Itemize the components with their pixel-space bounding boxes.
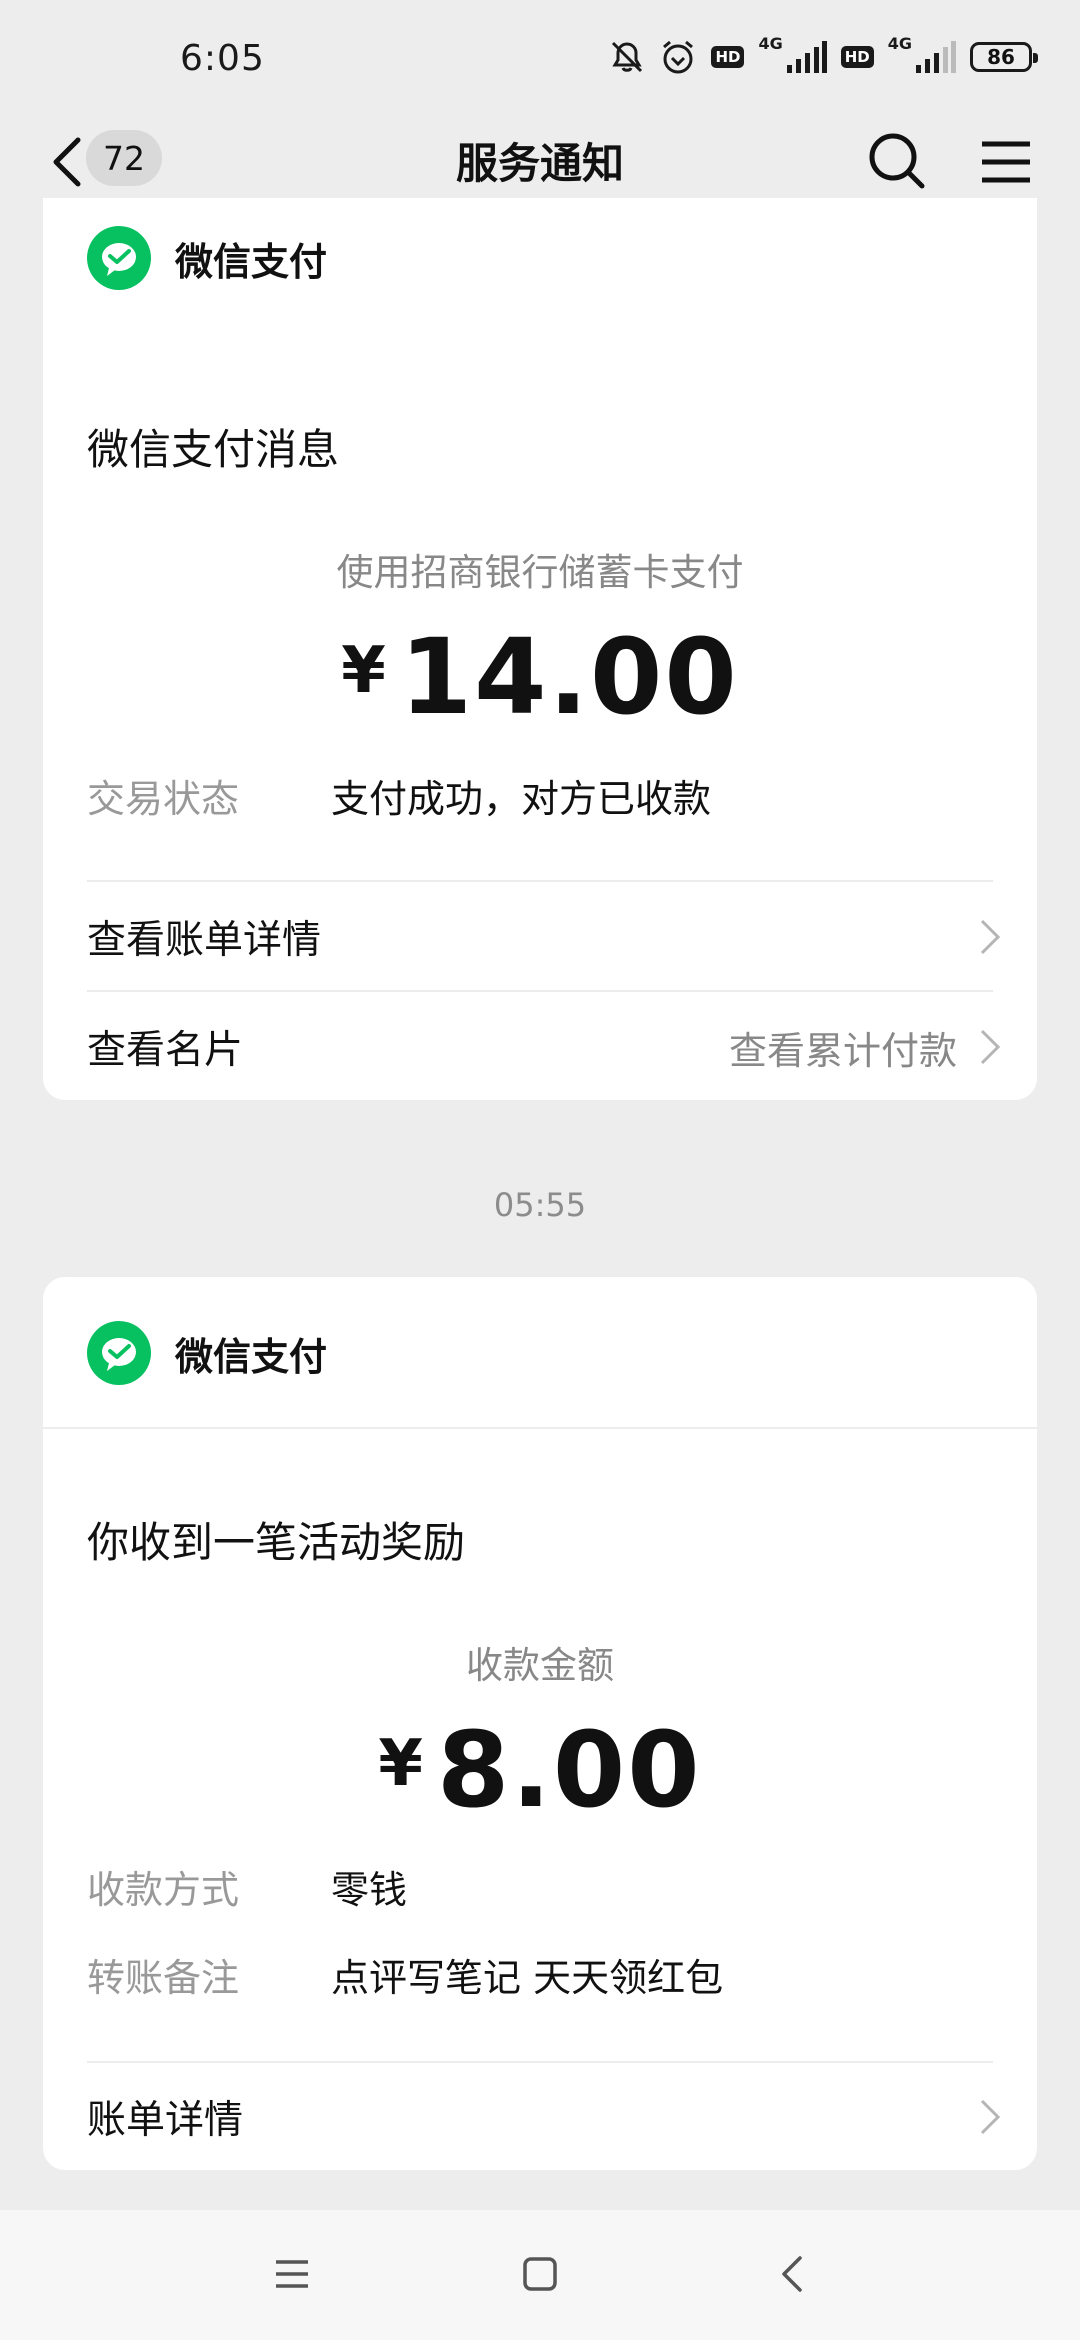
sender-name: 微信支付: [175, 239, 328, 284]
status-bar: 6:05 HD 4G HD 4G 86: [0, 0, 1080, 110]
status-label: 交易状态: [87, 777, 240, 821]
home-icon[interactable]: [520, 2254, 560, 2294]
method-value: 零钱: [331, 1868, 408, 1912]
view-bill-details-row[interactable]: 查看账单详情: [87, 883, 1001, 991]
network-type-2: 4G: [887, 33, 912, 53]
header-divider: [43, 1427, 1037, 1429]
sender-name: 微信支付: [175, 1334, 328, 1379]
status-row: 交易状态 支付成功，对方已收款: [87, 768, 711, 823]
message-title: 你收到一笔活动奖励: [87, 1518, 466, 1567]
bill-details-label: 账单详情: [87, 2098, 244, 2143]
battery-icon: 86: [970, 42, 1038, 72]
search-icon[interactable]: [866, 130, 928, 192]
wechat-pay-logo-icon: [87, 226, 151, 290]
message-timestamp: 05:55: [493, 1186, 587, 1224]
amount-label: 收款金额: [466, 1644, 614, 1687]
system-navigation-bar: [0, 2210, 1080, 2340]
divider: [87, 990, 993, 992]
bill-details-row[interactable]: 账单详情: [87, 2063, 1001, 2171]
network-type-1: 4G: [758, 33, 783, 53]
back-icon[interactable]: [772, 2254, 812, 2294]
payment-amount: ¥14.00: [43, 616, 1037, 738]
hd-badge-1: HD: [711, 46, 745, 68]
card-header: 微信支付: [87, 226, 327, 290]
view-card-label: 查看名片: [87, 1028, 244, 1073]
method-row: 收款方式 零钱: [87, 1859, 407, 1914]
chevron-right-icon: [980, 919, 1001, 955]
view-card-row[interactable]: 查看名片 查看累计付款: [87, 993, 1001, 1101]
view-cumulative-payment-link[interactable]: 查看累计付款: [729, 1020, 957, 1075]
more-menu-icon[interactable]: [978, 134, 1034, 190]
note-value: 点评写笔记 天天领红包: [331, 1956, 724, 2000]
view-bill-details-label: 查看账单详情: [87, 918, 322, 963]
recent-apps-icon[interactable]: [272, 2254, 312, 2294]
amount-value: 14.00: [399, 616, 739, 738]
currency-symbol: ¥: [378, 1727, 423, 1801]
note-row: 转账备注 点评写笔记 天天领红包: [87, 1947, 723, 2002]
signal-icon-2: [916, 41, 956, 73]
payment-message-card: 微信支付 微信支付消息 使用招商银行储蓄卡支付 ¥14.00 交易状态 支付成功…: [43, 198, 1037, 1100]
status-value: 支付成功，对方已收款: [331, 777, 712, 821]
reward-message-card: 微信支付 你收到一笔活动奖励 收款金额 ¥8.00 收款方式 零钱 转账备注 点…: [43, 1277, 1037, 2170]
note-label: 转账备注: [87, 1956, 240, 2000]
received-amount: ¥8.00: [43, 1709, 1037, 1831]
card-header: 微信支付: [87, 1321, 327, 1385]
amount-value: 8.00: [436, 1709, 702, 1831]
chevron-right-icon: [980, 1029, 1001, 1065]
mute-bell-icon: [609, 39, 645, 75]
chevron-right-icon: [980, 2099, 1001, 2135]
signal-icon-1: [786, 41, 827, 73]
method-label: 收款方式: [87, 1868, 240, 1912]
hd-badge-2: HD: [840, 46, 874, 68]
divider: [87, 880, 993, 882]
status-icons: HD 4G HD 4G 86: [609, 34, 1038, 76]
alarm-icon: [659, 38, 697, 76]
currency-symbol: ¥: [341, 634, 386, 708]
wechat-pay-logo-icon: [87, 1321, 151, 1385]
payment-method: 使用招商银行储蓄卡支付: [336, 551, 744, 594]
status-time: 6:05: [180, 38, 265, 79]
message-title: 微信支付消息: [87, 425, 340, 474]
